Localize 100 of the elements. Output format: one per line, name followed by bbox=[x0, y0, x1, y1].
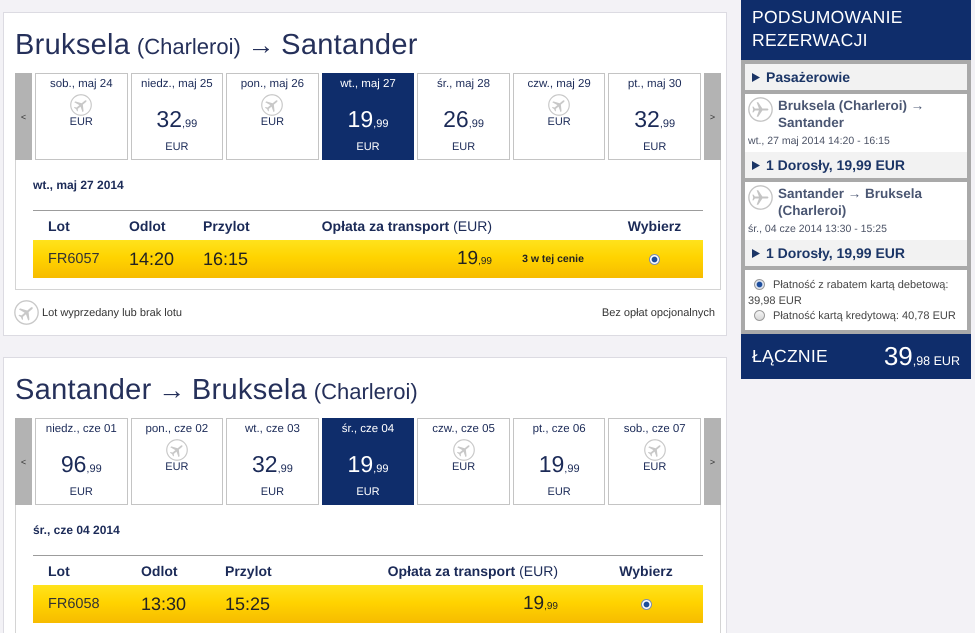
currency-label: EUR bbox=[70, 116, 93, 129]
currency-label: EUR bbox=[452, 461, 476, 474]
date-card[interactable]: pt., cze 06 19,99 EUR bbox=[512, 418, 606, 505]
day-heading: śr., cze 04 2014 bbox=[33, 523, 121, 538]
date-label: pt., maj 30 bbox=[628, 77, 682, 91]
no-flight-icon bbox=[261, 94, 284, 116]
column-header: Lot bbox=[47, 218, 70, 234]
column-header: Wybierz bbox=[628, 218, 682, 234]
radio-button[interactable] bbox=[754, 310, 765, 321]
summary-toggle[interactable]: 1 Dorosły, 19,99 EUR bbox=[745, 240, 967, 266]
flight-number: FR6058 bbox=[47, 596, 101, 612]
column-header: Wybierz bbox=[619, 562, 673, 578]
date-label: wt., maj 27 bbox=[340, 77, 396, 91]
date-label: pon., cze 02 bbox=[146, 422, 208, 436]
plane-icon bbox=[748, 185, 773, 210]
radio-button[interactable] bbox=[754, 279, 765, 290]
date-label: czw., cze 05 bbox=[432, 422, 495, 436]
date-card[interactable]: pon., maj 26 EUR bbox=[226, 73, 319, 160]
fare-price: 26,99 bbox=[443, 106, 484, 134]
date-card[interactable]: niedz., maj 25 32,99 EUR bbox=[130, 73, 224, 160]
fare-price: 96,99 bbox=[60, 451, 102, 479]
date-label: niedz., cze 01 bbox=[46, 422, 117, 436]
currency-label: EUR bbox=[260, 116, 284, 129]
date-card[interactable]: śr., cze 04 19,99 EUR bbox=[322, 418, 414, 505]
currency-label: EUR bbox=[165, 461, 188, 474]
summary-toggle[interactable]: 1 Dorosły, 19,99 EUR bbox=[745, 152, 967, 178]
fare-price: 32,99 bbox=[634, 106, 676, 134]
payment-option[interactable]: Płatność kartą kredytową: 40,78 EUR bbox=[748, 309, 964, 324]
no-flight-icon bbox=[70, 94, 92, 116]
date-label: pon., maj 26 bbox=[240, 77, 304, 91]
currency-label: EUR bbox=[452, 141, 476, 154]
currency-label: EUR bbox=[643, 461, 666, 474]
departure-time: 13:30 bbox=[141, 594, 186, 614]
next-button[interactable]: > bbox=[704, 73, 721, 160]
radio-button[interactable] bbox=[649, 254, 660, 264]
previous-button[interactable]: < bbox=[15, 418, 32, 505]
flight-time: śr., 04 cze 2014 13:30 - 15:25 bbox=[747, 223, 888, 236]
plane-icon bbox=[748, 97, 773, 122]
date-card[interactable]: sob., cze 07 EUR bbox=[608, 418, 701, 505]
date-label: niedz., maj 25 bbox=[141, 77, 213, 91]
date-card[interactable]: śr., maj 28 26,99 EUR bbox=[417, 73, 510, 160]
date-label: pt., cze 06 bbox=[532, 422, 586, 436]
total-label: ŁĄCZNIE bbox=[752, 346, 828, 366]
fare-price: 19,99 bbox=[348, 106, 388, 134]
date-label: sob., cze 07 bbox=[624, 422, 686, 436]
date-card[interactable]: pon., cze 02 EUR bbox=[130, 418, 224, 505]
route-title: Bruksela (Charleroi) → Santander bbox=[15, 28, 419, 63]
currency-label: EUR bbox=[548, 486, 571, 499]
date-card[interactable]: wt., cze 03 32,99 EUR bbox=[226, 418, 319, 505]
column-header: Odlot bbox=[141, 562, 178, 578]
payment-option[interactable]: Płatność z rabatem kartą debetową: 39,98 EUR bbox=[748, 278, 964, 309]
column-header: Lot bbox=[47, 562, 70, 578]
no-flight-icon bbox=[14, 300, 39, 325]
date-card[interactable]: niedz., cze 01 96,99 EUR bbox=[35, 418, 128, 505]
route-title: Santander → Bruksela (Charleroi) bbox=[15, 373, 419, 408]
column-header: Odlot bbox=[129, 218, 166, 234]
date-card[interactable]: sob., maj 24 EUR bbox=[35, 73, 128, 160]
column-header: Opłata za transport (EUR) bbox=[388, 562, 559, 578]
flight-row[interactable]: FR6057 14:20 16:15 19,99 3 w tej cenie bbox=[33, 240, 703, 278]
fare-price: 19,99 bbox=[538, 451, 580, 479]
no-flight-icon bbox=[548, 94, 570, 116]
route-text: Bruksela (Charleroi) → Santander bbox=[778, 97, 926, 131]
fare-price: 32,99 bbox=[252, 451, 293, 479]
currency-label: EUR bbox=[70, 486, 93, 499]
currency-label: EUR bbox=[548, 116, 571, 129]
legend-text: Lot wyprzedany lub brak lotu bbox=[42, 306, 182, 318]
currency-label: EUR bbox=[356, 486, 380, 499]
arrival-time: 15:25 bbox=[225, 594, 270, 614]
fare-price: 32,99 bbox=[156, 106, 198, 134]
date-card[interactable]: pt., maj 30 32,99 EUR bbox=[608, 73, 701, 160]
seats-note: 3 w tej cenie bbox=[522, 253, 584, 265]
no-flight-icon bbox=[166, 439, 188, 461]
summary-toggle[interactable]: Pasażerowie bbox=[745, 64, 967, 90]
no-flight-icon bbox=[644, 439, 666, 461]
flight-number: FR6057 bbox=[47, 251, 101, 267]
date-label: sob., maj 24 bbox=[50, 77, 113, 91]
flight-row[interactable]: FR6058 13:30 15:25 19,99 bbox=[33, 585, 703, 623]
radio-button[interactable] bbox=[640, 598, 652, 610]
total-amount: 39,98 EUR bbox=[884, 340, 960, 372]
date-card[interactable]: wt., maj 27 19,99 EUR bbox=[322, 73, 414, 160]
currency-label: EUR bbox=[356, 141, 380, 154]
date-card[interactable]: czw., cze 05 EUR bbox=[417, 418, 510, 505]
flight-time: wt., 27 maj 2014 14:20 - 16:15 bbox=[747, 135, 891, 148]
previous-button[interactable]: < bbox=[15, 73, 32, 160]
currency-label: EUR bbox=[643, 141, 666, 154]
column-header: Opłata za transport (EUR) bbox=[322, 218, 493, 234]
summary-header: PODSUMOWANIE REZERWACJI bbox=[741, 0, 971, 60]
date-card[interactable]: czw., maj 29 EUR bbox=[512, 73, 606, 160]
next-button[interactable]: > bbox=[704, 418, 721, 505]
fare-price: 19,99 bbox=[348, 451, 388, 479]
date-label: śr., maj 28 bbox=[437, 77, 490, 91]
no-flight-icon bbox=[452, 439, 475, 461]
column-header: Przylot bbox=[203, 218, 250, 234]
date-label: wt., cze 03 bbox=[244, 422, 300, 436]
date-label: czw., maj 29 bbox=[527, 77, 591, 91]
column-header: Przylot bbox=[225, 562, 272, 578]
departure-time: 14:20 bbox=[129, 248, 174, 270]
date-label: śr., cze 04 bbox=[342, 422, 394, 436]
currency-label: EUR bbox=[165, 141, 188, 154]
route-text: Santander → Bruksela (Charleroi) bbox=[778, 185, 924, 219]
